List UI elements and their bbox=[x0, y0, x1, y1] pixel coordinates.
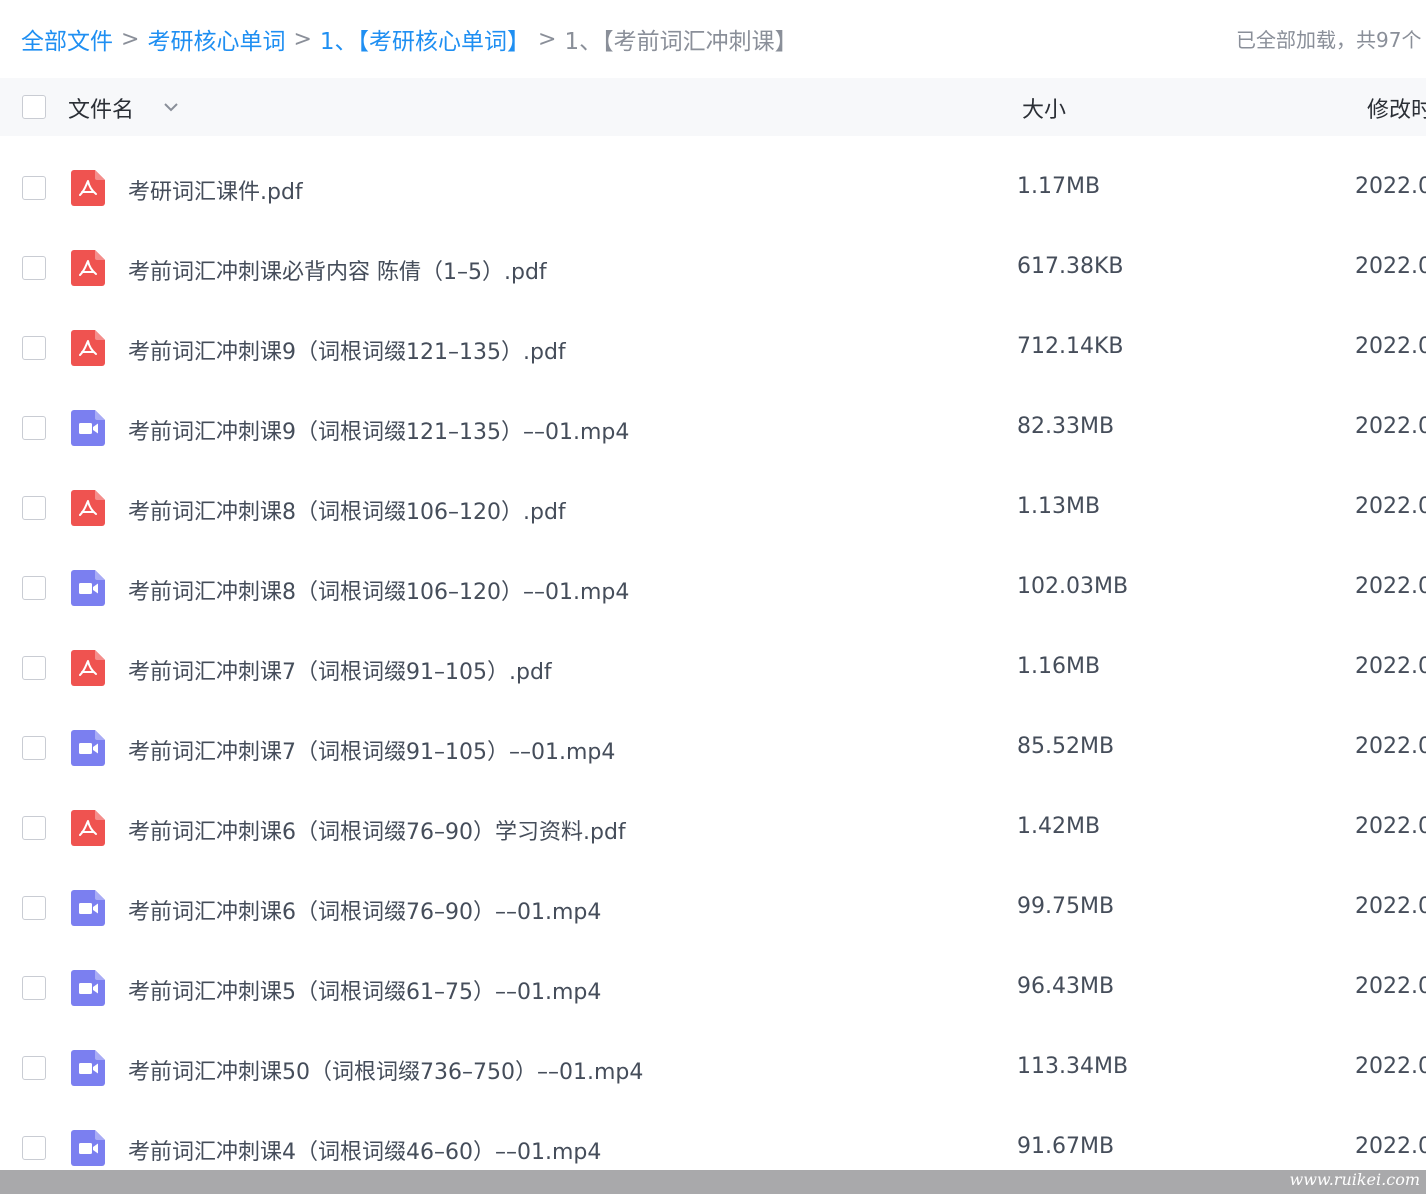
file-name[interactable]: 考前词汇冲刺课8（词根词缀106–120）.pdf bbox=[128, 494, 566, 526]
file-size: 1.16MB bbox=[1017, 654, 1101, 679]
column-header-name[interactable]: 文件名 bbox=[68, 92, 134, 124]
file-size: 617.38KB bbox=[1017, 254, 1124, 279]
file-checkbox[interactable] bbox=[22, 336, 46, 360]
file-checkbox[interactable] bbox=[22, 1136, 46, 1160]
file-name[interactable]: 考前词汇冲刺课9（词根词缀121–135）––01.mp4 bbox=[128, 414, 629, 446]
file-name[interactable]: 考前词汇冲刺课50（词根词缀736–750）––01.mp4 bbox=[128, 1054, 643, 1086]
pdf-icon bbox=[71, 490, 105, 526]
file-size: 1.17MB bbox=[1017, 174, 1101, 199]
file-name[interactable]: 考前词汇冲刺课必背内容 陈倩（1–5）.pdf bbox=[128, 254, 547, 286]
pdf-icon bbox=[71, 330, 105, 366]
file-size: 712.14KB bbox=[1017, 334, 1124, 359]
video-icon bbox=[71, 890, 105, 926]
file-name[interactable]: 考前词汇冲刺课7（词根词缀91–105）––01.mp4 bbox=[128, 734, 615, 766]
video-icon bbox=[71, 970, 105, 1006]
file-row[interactable]: 考前词汇冲刺课6（词根词缀76–90）––01.mp4 99.75MB 2022.0 bbox=[0, 868, 1426, 948]
file-modified-time: 2022.0 bbox=[1355, 814, 1426, 839]
file-name[interactable]: 考前词汇冲刺课7（词根词缀91–105）.pdf bbox=[128, 654, 552, 686]
column-header-time[interactable]: 修改时间 bbox=[1367, 92, 1426, 124]
file-size: 85.52MB bbox=[1017, 734, 1115, 759]
file-modified-time: 2022.0 bbox=[1355, 1054, 1426, 1079]
file-name[interactable]: 考前词汇冲刺课8（词根词缀106–120）––01.mp4 bbox=[128, 574, 629, 606]
file-size: 82.33MB bbox=[1017, 414, 1115, 439]
bottom-bar bbox=[0, 1170, 1426, 1194]
file-checkbox[interactable] bbox=[22, 416, 46, 440]
breadcrumb-item[interactable]: 全部文件 bbox=[21, 22, 113, 56]
breadcrumb-separator: > bbox=[293, 26, 312, 52]
file-row[interactable]: 考前词汇冲刺课7（词根词缀91–105）––01.mp4 85.52MB 2022.… bbox=[0, 708, 1426, 788]
breadcrumb-separator: > bbox=[538, 26, 557, 52]
file-checkbox[interactable] bbox=[22, 176, 46, 200]
file-name[interactable]: 考前词汇冲刺课4（词根词缀46–60）––01.mp4 bbox=[128, 1134, 601, 1166]
file-row[interactable]: 考前词汇冲刺课7（词根词缀91–105）.pdf 1.16MB 2022.0 bbox=[0, 628, 1426, 708]
watermark: www.ruikei.com bbox=[1289, 1170, 1420, 1189]
pdf-icon bbox=[71, 250, 105, 286]
file-row[interactable]: 考前词汇冲刺课6（词根词缀76–90）学习资料.pdf 1.42MB 2022.0 bbox=[0, 788, 1426, 868]
file-name[interactable]: 考前词汇冲刺课9（词根词缀121–135）.pdf bbox=[128, 334, 566, 366]
file-size: 1.13MB bbox=[1017, 494, 1101, 519]
pdf-icon bbox=[71, 650, 105, 686]
file-list: 考研词汇课件.pdf 1.17MB 2022.0 考前词汇冲刺课必背内容 陈倩（1–5… bbox=[0, 148, 1426, 1188]
file-modified-time: 2022.0 bbox=[1355, 334, 1426, 359]
video-icon bbox=[71, 1050, 105, 1086]
file-name[interactable]: 考前词汇冲刺课6（词根词缀76–90）学习资料.pdf bbox=[128, 814, 626, 846]
file-checkbox[interactable] bbox=[22, 656, 46, 680]
file-row[interactable]: 考前词汇冲刺课9（词根词缀121–135）.pdf 712.14KB 2022.0 bbox=[0, 308, 1426, 388]
file-modified-time: 2022.0 bbox=[1355, 734, 1426, 759]
breadcrumb-item: 1、【考前词汇冲刺课】 bbox=[564, 29, 798, 55]
file-row[interactable]: 考前词汇冲刺课8（词根词缀106–120）––01.mp4 102.03MB 202… bbox=[0, 548, 1426, 628]
file-size: 113.34MB bbox=[1017, 1054, 1129, 1079]
file-modified-time: 2022.0 bbox=[1355, 174, 1426, 199]
file-checkbox[interactable] bbox=[22, 496, 46, 520]
file-modified-time: 2022.0 bbox=[1355, 414, 1426, 439]
file-modified-time: 2022.0 bbox=[1355, 654, 1426, 679]
file-size: 1.42MB bbox=[1017, 814, 1101, 839]
video-icon bbox=[71, 410, 105, 446]
chevron-down-icon[interactable] bbox=[160, 96, 182, 118]
file-modified-time: 2022.0 bbox=[1355, 1134, 1426, 1159]
file-row[interactable]: 考前词汇冲刺课5（词根词缀61–75）––01.mp4 96.43MB 2022.0 bbox=[0, 948, 1426, 1028]
file-checkbox[interactable] bbox=[22, 816, 46, 840]
file-row[interactable]: 考前词汇冲刺课8（词根词缀106–120）.pdf 1.13MB 2022.0 bbox=[0, 468, 1426, 548]
breadcrumb-separator: > bbox=[121, 26, 140, 52]
file-modified-time: 2022.0 bbox=[1355, 494, 1426, 519]
breadcrumb-item[interactable]: 1、【考研核心单词】 bbox=[320, 22, 530, 56]
breadcrumb: 全部文件 > 考研核心单词 >1、【考研核心单词】 >1、【考前词汇冲刺课】 bbox=[0, 0, 1426, 78]
file-list-header: 文件名 大小 修改时间 bbox=[0, 78, 1426, 136]
file-modified-time: 2022.0 bbox=[1355, 254, 1426, 279]
file-modified-time: 2022.0 bbox=[1355, 574, 1426, 599]
file-name[interactable]: 考研词汇课件.pdf bbox=[128, 174, 303, 206]
file-size: 99.75MB bbox=[1017, 894, 1115, 919]
file-checkbox[interactable] bbox=[22, 256, 46, 280]
file-modified-time: 2022.0 bbox=[1355, 894, 1426, 919]
file-row[interactable]: 考前词汇冲刺课必背内容 陈倩（1–5）.pdf 617.38KB 2022.0 bbox=[0, 228, 1426, 308]
file-size: 91.67MB bbox=[1017, 1134, 1115, 1159]
pdf-icon bbox=[71, 810, 105, 846]
select-all-checkbox[interactable] bbox=[22, 95, 46, 119]
file-checkbox[interactable] bbox=[22, 896, 46, 920]
video-icon bbox=[71, 730, 105, 766]
pdf-icon bbox=[71, 170, 105, 206]
load-status: 已全部加载，共97个 bbox=[1236, 28, 1422, 52]
file-name[interactable]: 考前词汇冲刺课5（词根词缀61–75）––01.mp4 bbox=[128, 974, 601, 1006]
video-icon bbox=[71, 1130, 105, 1166]
file-checkbox[interactable] bbox=[22, 736, 46, 760]
file-size: 102.03MB bbox=[1017, 574, 1129, 599]
file-row[interactable]: 考前词汇冲刺课9（词根词缀121–135）––01.mp4 82.33MB 2022… bbox=[0, 388, 1426, 468]
breadcrumb-item[interactable]: 考研核心单词 bbox=[147, 22, 285, 56]
file-checkbox[interactable] bbox=[22, 1056, 46, 1080]
file-name[interactable]: 考前词汇冲刺课6（词根词缀76–90）––01.mp4 bbox=[128, 894, 601, 926]
file-row[interactable]: 考前词汇冲刺课50（词根词缀736–750）––01.mp4 113.34MB 20… bbox=[0, 1028, 1426, 1108]
file-row[interactable]: 考研词汇课件.pdf 1.17MB 2022.0 bbox=[0, 148, 1426, 228]
column-header-size[interactable]: 大小 bbox=[1022, 92, 1066, 124]
file-checkbox[interactable] bbox=[22, 576, 46, 600]
file-size: 96.43MB bbox=[1017, 974, 1115, 999]
file-checkbox[interactable] bbox=[22, 976, 46, 1000]
video-icon bbox=[71, 570, 105, 606]
file-modified-time: 2022.0 bbox=[1355, 974, 1426, 999]
